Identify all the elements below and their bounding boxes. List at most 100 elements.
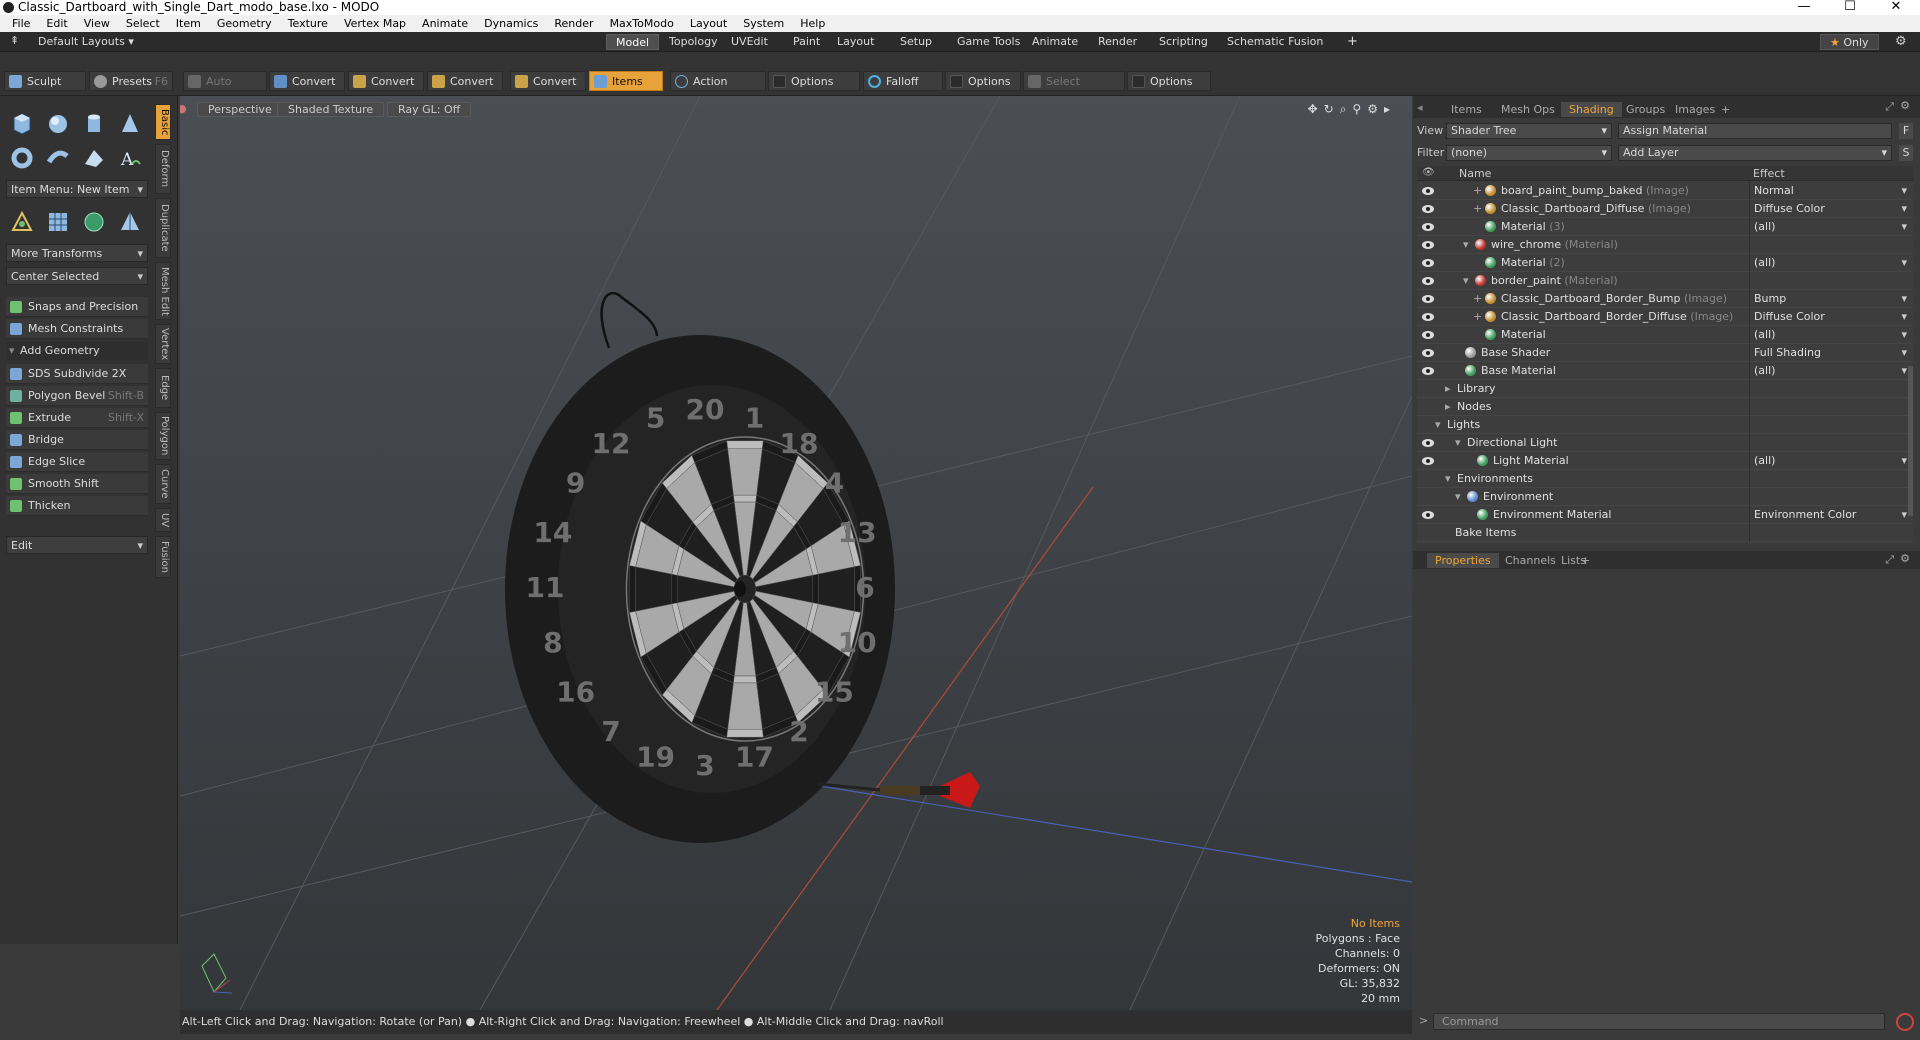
tree-row[interactable]: ▾ Environments [1417, 470, 1913, 488]
assign-material-button[interactable]: Assign Material [1618, 123, 1892, 139]
tab-mesh-ops[interactable]: Mesh Ops [1493, 102, 1563, 117]
menu-maxtomodo[interactable]: MaxToModo [602, 17, 682, 30]
eye-icon[interactable] [1421, 438, 1435, 448]
eye-icon[interactable] [1421, 204, 1435, 214]
add-tab-icon[interactable]: + [1713, 102, 1738, 117]
tree-row[interactable]: Material (all) ▾ [1417, 326, 1913, 344]
gear-icon[interactable]: ⚙ [1895, 34, 1907, 49]
expand-icon[interactable]: ⤢ [1885, 100, 1894, 114]
close-button[interactable]: ✕ [1873, 0, 1919, 15]
effect-cell[interactable] [1749, 380, 1911, 398]
tool-sds-subdivide-2x[interactable]: SDS Subdivide 2X [6, 364, 148, 384]
panel-menu-icon[interactable]: ◂ [1417, 101, 1423, 114]
add-layout-icon[interactable]: + [1338, 34, 1367, 50]
torus-icon[interactable] [8, 144, 38, 172]
tree-row[interactable]: Environment Material Environment Color ▾ [1417, 506, 1913, 524]
effect-cell[interactable] [1749, 488, 1911, 506]
effect-cell[interactable]: Bump ▾ [1749, 290, 1911, 308]
minimize-button[interactable]: — [1781, 0, 1827, 15]
props-gear-icon[interactable]: ⚙ [1900, 552, 1910, 565]
select-through-button[interactable]: Select Through [1023, 71, 1125, 108]
tree-row[interactable]: + Classic_Dartboard_Diffuse (Image) Diffus… [1417, 200, 1913, 218]
effect-cell[interactable] [1749, 236, 1911, 254]
layout-tab-uvedit[interactable]: UVEdit [722, 34, 777, 50]
expand-toggle-icon[interactable]: ▾ [1435, 416, 1441, 434]
maximize-button[interactable]: ☐ [1827, 0, 1873, 15]
side-tab-duplicate[interactable]: Duplicate [155, 198, 171, 258]
expand-toggle-icon[interactable]: ▾ [1445, 470, 1451, 488]
tree-row[interactable]: + Classic_Dartboard_Border_Diffuse (Image… [1417, 308, 1913, 326]
sphere-icon[interactable] [44, 110, 74, 138]
effect-cell[interactable]: (all) ▾ [1749, 326, 1911, 344]
effect-cell[interactable]: Environment Color ▾ [1749, 506, 1911, 524]
tool-polygon-bevel[interactable]: Polygon Bevel Shift-B [6, 386, 148, 406]
tab-shading[interactable]: Shading [1561, 102, 1622, 117]
items-button[interactable]: Items [589, 71, 663, 91]
effect-cell[interactable]: (all) ▾ [1749, 452, 1911, 470]
effect-cell[interactable]: (all) ▾ [1749, 362, 1911, 380]
side-tab-uv[interactable]: UV [155, 508, 171, 532]
command-input[interactable]: Command [1433, 1013, 1885, 1030]
tree-row[interactable]: Material (2) (all) ▾ [1417, 254, 1913, 272]
expand-toggle-icon[interactable]: ▾ [1455, 488, 1461, 506]
locator-icon[interactable] [8, 208, 38, 236]
view-dropdown[interactable]: Shader Tree ▾ [1446, 123, 1612, 139]
expand-toggle-icon[interactable]: ▾ [1455, 434, 1461, 452]
tree-scrollbar[interactable] [1908, 366, 1913, 516]
record-icon[interactable] [1896, 1013, 1914, 1031]
effect-cell[interactable] [1749, 416, 1911, 434]
effect-column-header[interactable]: Effect [1753, 167, 1785, 180]
name-column-header[interactable]: Name [1459, 167, 1491, 180]
menu-layout[interactable]: Layout [682, 17, 735, 30]
layout-tab-model[interactable]: Model [606, 34, 660, 50]
tool-bridge[interactable]: Bridge [6, 430, 148, 450]
pen-icon[interactable] [80, 144, 110, 172]
tree-row[interactable]: ▾ border_paint (Material) [1417, 272, 1913, 290]
filter-dropdown[interactable]: (none) ▾ [1446, 145, 1612, 161]
layout-tab-game-tools[interactable]: Game Tools [948, 34, 1029, 50]
mesh-constraints-button[interactable]: Mesh Constraints [6, 319, 148, 339]
layout-tab-schematic-fusion[interactable]: Schematic Fusion [1218, 34, 1332, 50]
only-toggle[interactable]: ★ Only [1820, 34, 1879, 50]
tab-groups[interactable]: Groups [1618, 102, 1673, 117]
auto-select-button[interactable]: Auto Select [183, 71, 267, 108]
side-tab-polygon[interactable]: Polygon [155, 412, 171, 460]
eye-icon[interactable] [1421, 186, 1435, 196]
tool-edge-slice[interactable]: Edge Slice [6, 452, 148, 472]
eye-icon[interactable] [1421, 456, 1435, 466]
tree-row[interactable]: ▾ wire_chrome (Material) [1417, 236, 1913, 254]
add-props-tab-icon[interactable]: + [1573, 553, 1598, 568]
expand-toggle-icon[interactable]: + [1473, 290, 1482, 308]
presets-button[interactable]: Presets F6 [89, 71, 173, 91]
tree-row[interactable]: Material (3) (all) ▾ [1417, 218, 1913, 236]
tree-row[interactable]: Base Material (all) ▾ [1417, 362, 1913, 380]
menu-file[interactable]: File [4, 17, 38, 30]
layout-tab-animate[interactable]: Animate [1023, 34, 1087, 50]
effect-cell[interactable]: Diffuse Color ▾ [1749, 200, 1911, 218]
menu-item[interactable]: Item [168, 17, 209, 30]
side-tab-deform[interactable]: Deform [155, 144, 171, 194]
3d-viewport[interactable]: ● Perspective Shaded Texture Ray GL: Off… [180, 96, 1412, 1010]
layout-tab-setup[interactable]: Setup [891, 34, 941, 50]
effect-cell[interactable]: (all) ▾ [1749, 218, 1911, 236]
add-geometry-section[interactable]: ▾ Add Geometry [6, 342, 148, 360]
expand-toggle-icon[interactable]: + [1473, 308, 1482, 326]
convert-button-3[interactable]: Convert [427, 71, 503, 91]
menu-edit[interactable]: Edit [38, 17, 75, 30]
options-button-3[interactable]: Options [1127, 71, 1211, 91]
side-tab-fusion[interactable]: Fusion [155, 536, 171, 578]
tab-items[interactable]: Items [1443, 102, 1490, 117]
expand-toggle-icon[interactable]: + [1473, 182, 1482, 200]
grid-icon[interactable] [44, 208, 74, 236]
menu-render[interactable]: Render [546, 17, 601, 30]
eye-icon[interactable] [1421, 366, 1435, 376]
options-button-1[interactable]: Options [768, 71, 860, 91]
side-tab-vertex[interactable]: Vertex [155, 324, 171, 364]
effect-cell[interactable]: Full Shading ▾ [1749, 344, 1911, 362]
menu-dynamics[interactable]: Dynamics [476, 17, 546, 30]
expand-toggle-icon[interactable]: ▾ [1463, 236, 1469, 254]
convert-button-1[interactable]: Convert [269, 71, 345, 91]
effect-cell[interactable] [1749, 272, 1911, 290]
eye-icon[interactable] [1421, 258, 1435, 268]
eye-icon[interactable] [1421, 276, 1435, 286]
